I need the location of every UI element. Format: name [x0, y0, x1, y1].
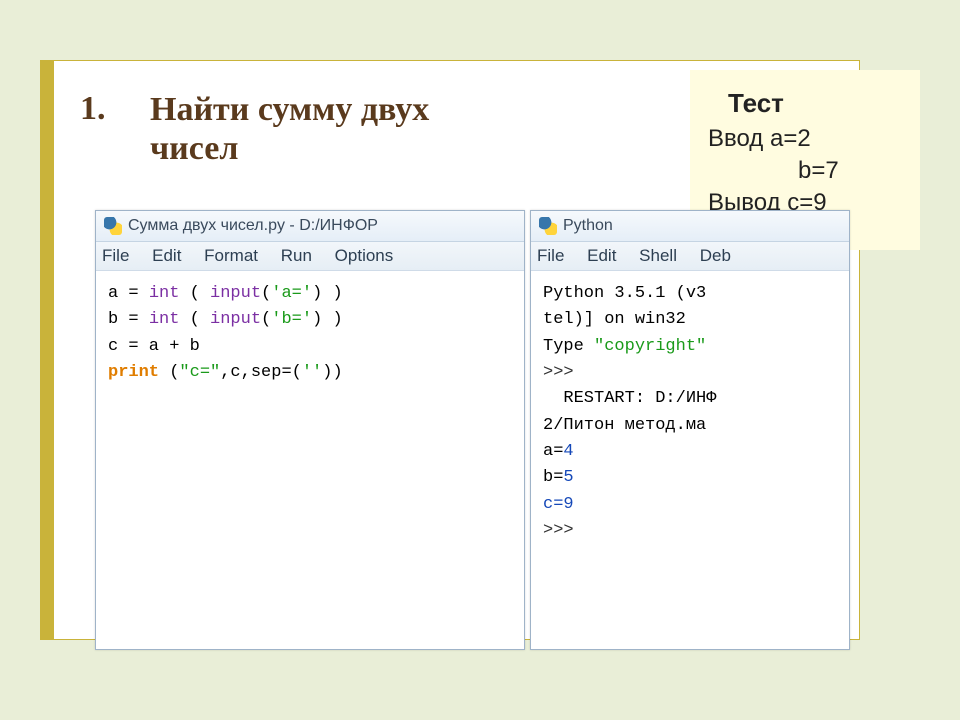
- editor-titlebar: Сумма двух чисел.py - D:/ИНФОР: [96, 211, 524, 242]
- tok: ) ): [312, 284, 343, 303]
- menu-edit[interactable]: Edit: [587, 246, 616, 265]
- tok: (: [179, 310, 210, 329]
- editor-window: Сумма двух чисел.py - D:/ИНФОР File Edit…: [95, 210, 525, 650]
- test-input-b: b=7: [708, 157, 902, 185]
- tok-input: input: [210, 310, 261, 329]
- shell-menubar[interactable]: File Edit Shell Deb: [531, 242, 849, 271]
- menu-file[interactable]: File: [537, 246, 564, 265]
- test-input-a: Ввод a=2: [708, 125, 902, 153]
- tok-str: "copyright": [594, 337, 706, 356]
- shell-restart: RESTART: D:/ИНФ: [543, 389, 716, 408]
- shell-restart: 2/Питон метод.ма: [543, 416, 706, 435]
- shell-val: 9: [563, 495, 573, 514]
- menu-shell[interactable]: Shell: [639, 246, 677, 265]
- heading-title: Найти сумму двух чисел: [150, 90, 429, 168]
- heading-line2: чисел: [150, 130, 238, 167]
- test-title: Тест: [728, 88, 902, 119]
- shell-prompt: >>>: [543, 521, 574, 540]
- tok: b =: [108, 310, 149, 329]
- menu-options[interactable]: Options: [335, 246, 394, 265]
- menu-file[interactable]: File: [102, 246, 129, 265]
- shell-val: 4: [563, 442, 573, 461]
- python-icon: [104, 217, 122, 235]
- tok-str: '': [302, 363, 322, 382]
- tok-int: int: [149, 284, 180, 303]
- tok: )): [322, 363, 342, 382]
- tok-str: 'a=': [271, 284, 312, 303]
- menu-debug[interactable]: Deb: [700, 246, 731, 265]
- shell-io: c=: [543, 495, 563, 514]
- tok-int: int: [149, 310, 180, 329]
- shell-io: a=: [543, 442, 563, 461]
- tok-str: 'b=': [271, 310, 312, 329]
- shell-title-text: Python: [563, 217, 613, 235]
- heading-number: 1.: [80, 90, 106, 128]
- tok: (: [261, 310, 271, 329]
- shell-line: tel)] on win32: [543, 310, 686, 329]
- editor-code-area[interactable]: a = int ( input('a=') ) b = int ( input(…: [96, 271, 524, 396]
- tok: ,c,sep=(: [220, 363, 302, 382]
- tok: ) ): [312, 310, 343, 329]
- shell-output-area[interactable]: Python 3.5.1 (v3 tel)] on win32 Type "co…: [531, 271, 849, 554]
- python-icon: [539, 217, 557, 235]
- shell-window: Python File Edit Shell Deb Python 3.5.1 …: [530, 210, 850, 650]
- menu-edit[interactable]: Edit: [152, 246, 181, 265]
- shell-line: Type: [543, 337, 594, 356]
- shell-titlebar: Python: [531, 211, 849, 242]
- tok-input: input: [210, 284, 261, 303]
- tok: (: [159, 363, 179, 382]
- tok: c = a + b: [108, 337, 200, 356]
- tok: (: [179, 284, 210, 303]
- shell-line: Python 3.5.1 (v3: [543, 284, 706, 303]
- tok-str: "c=": [179, 363, 220, 382]
- tok-print: print: [108, 363, 159, 382]
- heading-line1: Найти сумму двух: [150, 91, 429, 128]
- tok: a =: [108, 284, 149, 303]
- shell-prompt: >>>: [543, 363, 574, 382]
- editor-menubar[interactable]: File Edit Format Run Options: [96, 242, 524, 271]
- tok: (: [261, 284, 271, 303]
- accent-bar: [40, 60, 54, 640]
- editor-title-text: Сумма двух чисел.py - D:/ИНФОР: [128, 217, 378, 235]
- menu-format[interactable]: Format: [204, 246, 258, 265]
- shell-io: b=: [543, 468, 563, 487]
- shell-val: 5: [563, 468, 573, 487]
- menu-run[interactable]: Run: [281, 246, 312, 265]
